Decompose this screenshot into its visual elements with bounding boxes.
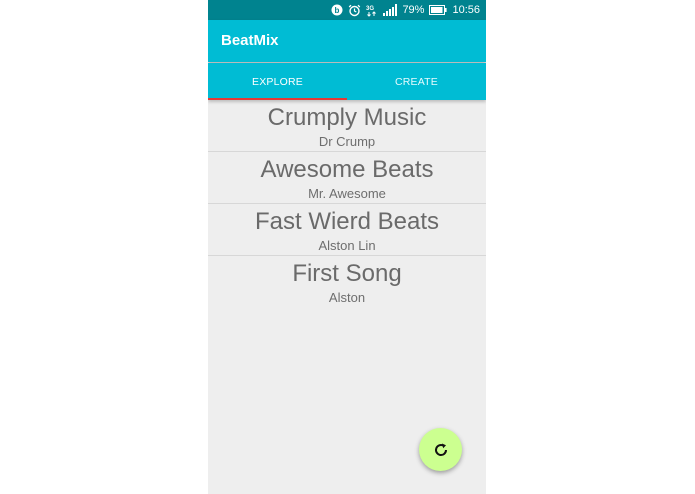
song-title: Crumply Music (267, 104, 427, 131)
song-title: Awesome Beats (260, 156, 434, 183)
app-bar: BeatMix (208, 20, 486, 62)
app-title: BeatMix (221, 32, 279, 49)
battery-icon (429, 5, 448, 15)
song-title: First Song (292, 260, 402, 287)
status-icons: b 3G 79% 10:56 (331, 0, 480, 20)
song-artist: Dr Crump (318, 134, 376, 149)
status-time: 10:56 (452, 4, 480, 16)
battery-percent: 79% (402, 4, 425, 16)
list-item[interactable]: First Song Alston (208, 256, 486, 308)
tab-explore[interactable]: EXPLORE (208, 63, 347, 100)
song-artist: Alston (328, 290, 366, 305)
phone-screen: b 3G 79% 10:56 BeatMix EXPLORE CREATE Cr… (208, 0, 486, 494)
list-item[interactable]: Fast Wierd Beats Alston Lin (208, 204, 486, 256)
tab-create[interactable]: CREATE (347, 63, 486, 100)
refresh-button[interactable] (419, 428, 462, 471)
song-artist: Alston Lin (318, 238, 376, 253)
svg-text:b: b (335, 6, 340, 15)
beats-icon: b (331, 4, 343, 16)
song-list: Crumply Music Dr Crump Awesome Beats Mr.… (208, 100, 486, 308)
signal-icon (383, 4, 398, 16)
tab-bar: EXPLORE CREATE (208, 63, 486, 100)
song-title: Fast Wierd Beats (254, 208, 440, 235)
network-3g-icon: 3G (366, 4, 378, 17)
svg-text:3G: 3G (366, 6, 374, 12)
refresh-icon (434, 443, 447, 456)
list-item[interactable]: Crumply Music Dr Crump (208, 100, 486, 152)
alarm-icon (348, 4, 361, 17)
song-artist: Mr. Awesome (308, 186, 386, 201)
list-item[interactable]: Awesome Beats Mr. Awesome (208, 152, 486, 204)
status-bar: b 3G 79% 10:56 (208, 0, 486, 20)
